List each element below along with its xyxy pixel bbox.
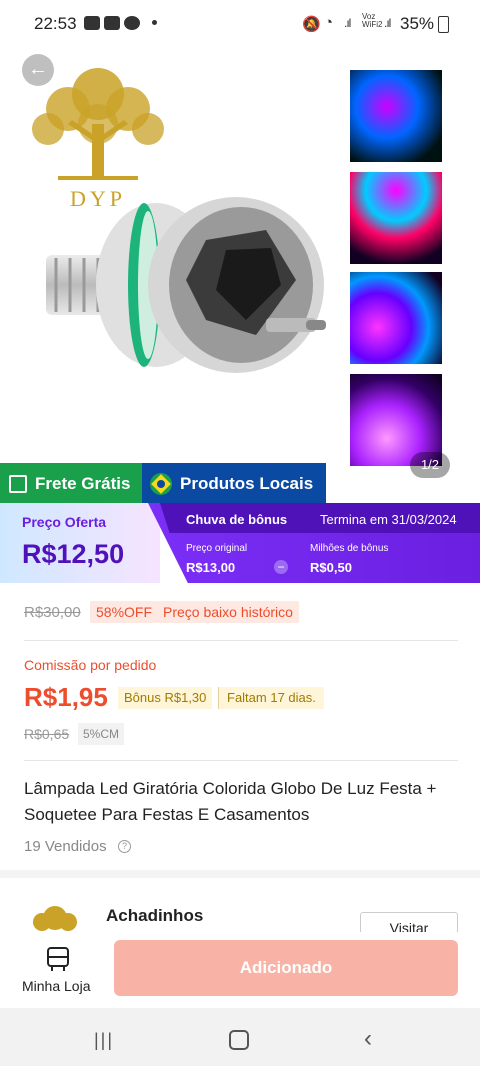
ticket-icon [9,475,27,493]
bonus-label: Milhões de bônus [310,543,389,554]
old-commission: R$0,65 [24,726,70,742]
notification-icon [104,16,120,30]
brazil-flag-icon [150,473,172,495]
section-separator [0,870,480,878]
bonus-tag: Bônus R$1,30 [118,687,213,709]
volte-label: Voz WiFi2 [362,12,383,29]
chat-icon [124,16,140,30]
bonus-title: Chuva de bônus [186,512,288,527]
low-price-tag: Preço baixo histórico [157,601,299,623]
back-arrow-icon: ← [28,58,48,80]
notification-icon [84,16,100,30]
mute-icon: 🔕 [302,16,321,33]
back-nav-icon[interactable]: ‹ [364,1025,372,1053]
battery-percent: 35% [400,14,435,33]
free-shipping-badge: Frete Grátis [0,463,142,503]
divider [24,760,458,761]
signal-icon: .ıl [384,16,391,30]
promo-end-date: Termina em 31/03/2024 [320,512,457,527]
offer-label: Preço Oferta [22,514,107,530]
commission-label: Comissão por pedido [24,657,157,673]
more-notifications-dot [152,20,157,25]
page-indicator: 1/2 [410,452,450,478]
thumbnail-1[interactable] [350,70,442,162]
offer-price-box: Preço Oferta R$12,50 [0,503,160,583]
commission-value: R$1,95 [24,682,108,712]
product-title: Lâmpada Led Giratória Colorida Globo De … [24,779,437,824]
battery-icon [438,16,449,33]
remaining-days-tag: Faltam 17 dias. [218,687,324,709]
local-products-badge: Produtos Locais [142,463,326,503]
original-price-label: Preço original [186,543,248,554]
system-nav-bar: ||| ‹ [0,1008,480,1066]
recent-apps-icon[interactable]: ||| [94,1030,114,1051]
sold-count: 19 Vendidos [24,838,107,855]
store-name: Achadinhos [106,906,204,925]
help-icon[interactable]: ? [118,840,131,853]
thumbnail-2[interactable] [350,172,442,264]
old-price: R$30,00 [24,604,81,621]
back-button[interactable]: ← [22,54,54,86]
bottom-action-bar: Minha Loja Adicionado [0,932,480,1008]
signal-icon: .ıl [344,16,351,30]
cm-rate-tag: 5%CM [78,723,125,745]
disco-bulb-image [46,197,326,373]
free-shipping-label: Frete Grátis [35,474,131,493]
clock: 22:53 [34,14,77,33]
divider [24,640,458,641]
minus-icon: − [274,560,288,574]
original-price-value: R$13,00 [186,560,236,575]
home-icon[interactable] [229,1030,249,1050]
product-image[interactable]: DYP [0,40,480,480]
bonus-header: Chuva de bônus Termina em 31/03/2024 [160,503,480,533]
offer-price: R$12,50 [22,539,125,569]
added-button[interactable]: Adicionado [114,940,458,996]
local-products-label: Produtos Locais [180,474,314,493]
my-store-label[interactable]: Minha Loja [22,978,91,994]
store-icon [47,947,69,971]
bonus-value: R$0,50 [310,560,352,575]
thumbnail-3[interactable] [350,272,442,364]
wifi-icon: ◔ [324,14,334,31]
discount-tag: 58%OFF [90,601,159,623]
store-logo[interactable] [30,902,80,932]
